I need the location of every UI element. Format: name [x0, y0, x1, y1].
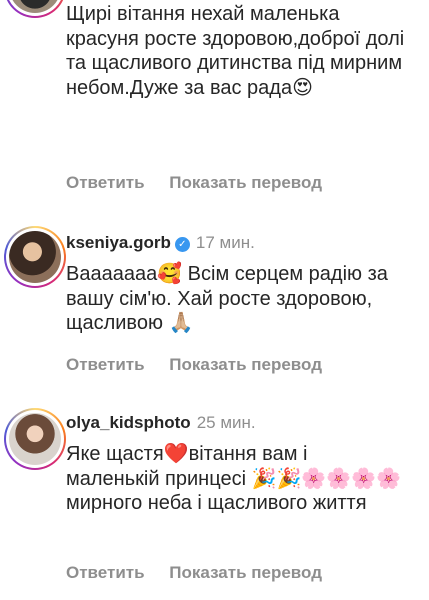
comment-text: Щирі вітання нехай маленька красуня рост… [66, 3, 405, 99]
username[interactable]: olya_kidsphoto [66, 413, 191, 432]
comment-time: 25 мин. [196, 413, 256, 432]
comment-header: olya_kidsphoto 25 мин. [66, 412, 256, 434]
username[interactable]: kseniya.gorb [66, 233, 171, 252]
reply-button[interactable]: Ответить [66, 355, 145, 374]
comment-actions: Ответить Показать перевод [66, 173, 322, 193]
show-translation-button[interactable]: Показать перевод [169, 173, 322, 192]
reply-button[interactable]: Ответить [66, 563, 145, 582]
comment-actions: Ответить Показать перевод [66, 355, 322, 375]
comment-actions: Ответить Показать перевод [66, 563, 322, 583]
comment-text: Яке щастя❤️вітання вам і маленькій принц… [66, 443, 401, 514]
avatar[interactable] [4, 0, 66, 18]
avatar[interactable] [4, 226, 66, 288]
comment-text: Вааааааа🥰 Всім серцем радію за вашу сім'… [66, 263, 388, 334]
comment-header: kseniya.gorb ✓ 17 мин. [66, 232, 255, 254]
reply-button[interactable]: Ответить [66, 173, 145, 192]
avatar[interactable] [4, 408, 66, 470]
show-translation-button[interactable]: Показать перевод [169, 355, 322, 374]
comment-time: 17 мин. [195, 233, 255, 252]
show-translation-button[interactable]: Показать перевод [169, 563, 322, 582]
verified-badge-icon: ✓ [174, 237, 190, 252]
